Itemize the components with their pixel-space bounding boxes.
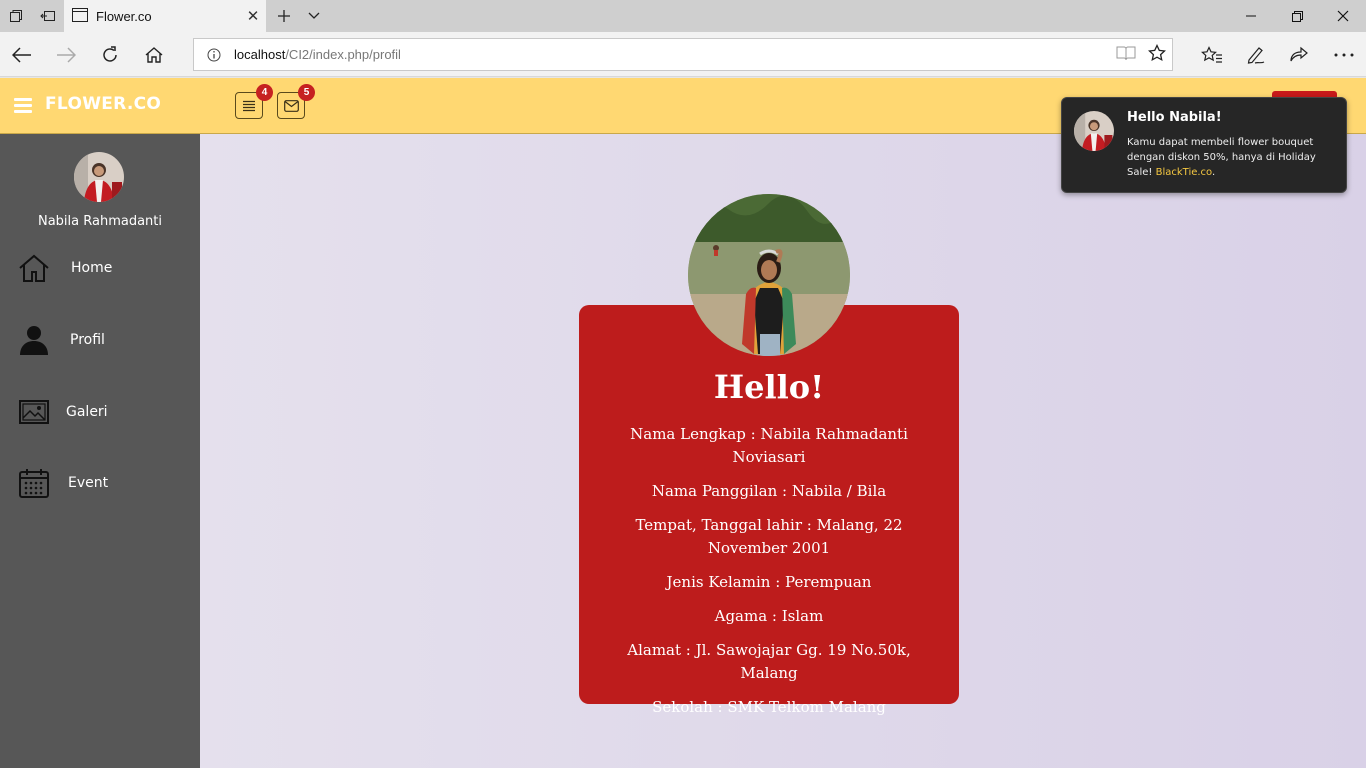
- more-options-icon[interactable]: [1322, 32, 1366, 77]
- calendar-icon: [18, 467, 50, 499]
- toast-avatar: [1074, 111, 1114, 151]
- sidebar-user-name: Nabila Rahmadanti: [37, 214, 162, 229]
- promo-toast[interactable]: Hello Nabila! Kamu dapat membeli flower …: [1061, 97, 1347, 193]
- back-icon[interactable]: [0, 32, 44, 77]
- list-icon: [243, 100, 255, 111]
- web-notes-pen-icon[interactable]: [1234, 32, 1278, 77]
- sidebar-item-label: Event: [68, 475, 109, 491]
- browser-tab-bar: Flower.co ✕: [0, 0, 1366, 32]
- envelope-icon: [283, 99, 299, 112]
- sidebar-avatar: [74, 152, 124, 202]
- profile-school: Sekolah : SMK Telkom Malang: [652, 698, 886, 716]
- tab-title: Flower.co: [96, 8, 152, 24]
- sidebar-item-label: Profil: [70, 332, 105, 348]
- profile-full-name: Nama Lengkap : Nabila Rahmadanti Noviasa…: [630, 425, 908, 466]
- hamburger-menu-icon[interactable]: [14, 98, 32, 113]
- toast-link[interactable]: BlackTie.co: [1156, 167, 1212, 178]
- sidebar-item-galeri[interactable]: Galeri: [0, 390, 200, 434]
- sidebar-item-label: Home: [71, 260, 113, 276]
- sidebar-item-profil[interactable]: Profil: [0, 318, 200, 362]
- profile-birth-info: Tempat, Tanggal lahir : Malang, 22 Novem…: [635, 516, 903, 557]
- sidebar: Nabila Rahmadanti Home Profil Galeri Eve…: [0, 134, 200, 768]
- close-window-icon[interactable]: [1320, 0, 1366, 32]
- refresh-icon[interactable]: [88, 32, 132, 77]
- sidebar-item-event[interactable]: Event: [0, 461, 200, 505]
- page-icon: [72, 7, 88, 26]
- reading-view-icon[interactable]: [1116, 45, 1136, 65]
- favorites-hub-icon[interactable]: [1190, 32, 1234, 77]
- toast-message-end: .: [1212, 167, 1216, 178]
- address-toolbar: localhost/CI2/index.php/profil: [0, 32, 1366, 77]
- restore-icon[interactable]: [1274, 0, 1320, 32]
- url-actions: [1116, 39, 1166, 70]
- profile-nickname: Nama Panggilan : Nabila / Bila: [651, 482, 887, 500]
- set-tabs-aside-icon[interactable]: [32, 0, 64, 32]
- profile-details: Nama Lengkap : Nabila Rahmadanti Noviasa…: [609, 423, 929, 730]
- toast-title: Hello Nabila!: [1127, 110, 1222, 125]
- url-bar[interactable]: localhost/CI2/index.php/profil: [193, 38, 1173, 71]
- close-tab-icon[interactable]: ✕: [240, 3, 266, 29]
- notifications-badge: 4: [256, 84, 273, 101]
- new-tab-icon[interactable]: [268, 0, 300, 32]
- tab-flower-co[interactable]: Flower.co ✕: [64, 0, 266, 32]
- site-info-icon[interactable]: [194, 48, 234, 62]
- url-text: localhost/CI2/index.php/profil: [234, 47, 401, 62]
- brand-logo-text[interactable]: FLOWER.CO: [45, 94, 161, 114]
- profile-gender: Jenis Kelamin : Perempuan: [666, 573, 872, 591]
- profile-religion: Agama : Islam: [714, 607, 824, 625]
- profile-greeting: Hello!: [713, 368, 825, 406]
- share-icon[interactable]: [1277, 32, 1321, 77]
- sidebar-item-home[interactable]: Home: [0, 246, 200, 290]
- forward-icon[interactable]: [44, 32, 88, 77]
- messages-button[interactable]: 5: [277, 84, 315, 119]
- sidebar-item-label: Galeri: [66, 404, 108, 420]
- page-content: FLOWER.CO 4 5 Logout Nabila Rahmadanti: [0, 78, 1366, 768]
- tab-manager-icon[interactable]: [0, 0, 32, 32]
- url-host: localhost: [234, 47, 286, 62]
- url-path: /CI2/index.php/profil: [285, 47, 401, 62]
- home-icon: [18, 252, 50, 284]
- messages-badge: 5: [298, 84, 315, 101]
- toast-message: Kamu dapat membeli flower bouquet dengan…: [1127, 135, 1337, 180]
- profile-address: Alamat : Jl. Sawojajar Gg. 19 No.50k, Ma…: [627, 641, 911, 682]
- image-icon: [18, 396, 50, 428]
- profile-photo: [688, 194, 850, 356]
- user-icon: [18, 324, 50, 356]
- favorite-star-icon[interactable]: [1148, 43, 1166, 66]
- home-browser-icon[interactable]: [132, 32, 176, 77]
- minimize-icon[interactable]: [1228, 0, 1274, 32]
- tab-preview-chevron-icon[interactable]: [298, 0, 330, 32]
- notifications-button[interactable]: 4: [235, 84, 273, 119]
